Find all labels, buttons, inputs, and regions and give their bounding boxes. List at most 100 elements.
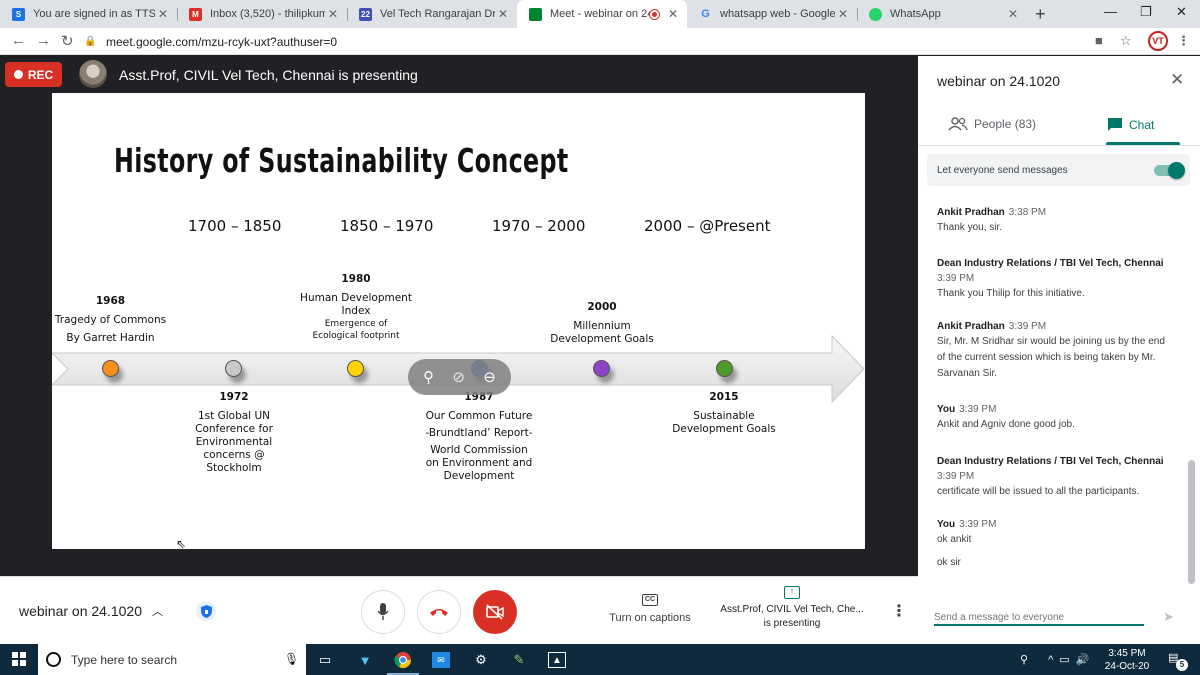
event-year: 1968 (95, 295, 126, 307)
browser-tab-gmail[interactable]: M Inbox (3,520) - thilipkumarc@ ✕ (177, 0, 347, 28)
browser-tab-veltech[interactable]: 22 Vel Tech Rangarajan Dr.Sagun ✕ (347, 0, 517, 28)
event-1987: 1987 Our Common Future -Brundtland’ Repo… (414, 391, 544, 483)
clock-time: 3:45 PM (1108, 648, 1146, 659)
close-window-icon[interactable]: ✕ (1176, 4, 1187, 20)
event-line: Development (443, 470, 515, 482)
microphone-icon[interactable]: 🎙 (284, 652, 299, 666)
message-time: 3:39 PM (937, 471, 975, 482)
captions-button[interactable]: CC Turn on captions (598, 594, 702, 624)
event-1980: 1980 Human Development Index Emergence o… (292, 273, 420, 342)
microphone-button[interactable] (361, 590, 405, 634)
toggle-knob (1168, 162, 1185, 179)
task-view-icon[interactable]: ▭ (315, 650, 335, 670)
message-text: ok sir (937, 557, 961, 568)
camera-in-use-icon[interactable]: ■ (1095, 33, 1103, 48)
forward-arrow-icon[interactable]: → (36, 32, 51, 49)
more-options-icon[interactable]: ⋮ (891, 601, 907, 621)
event-line: Conference for (195, 423, 273, 435)
windows-taskbar: Type here to search 🎙 ▭ ▼ ✉ ⚙ ✎ ▲ ⚲ ^ ▭ … (0, 644, 1200, 675)
presenting-line2: is presenting (763, 618, 821, 629)
outlook-icon[interactable]: ✉ (432, 652, 450, 668)
timeline-dot-2000 (593, 360, 610, 377)
bookmark-star-icon[interactable]: ☆ (1120, 33, 1132, 49)
search-circle-icon (46, 652, 61, 667)
event-line: Emergence of Ecological footprint (312, 319, 400, 341)
url-bar[interactable]: 🔒 meet.google.com/mzu-rcyk-uxt?authuser=… (84, 31, 1144, 52)
paint-icon[interactable]: ✎ (509, 650, 529, 670)
close-tab-icon[interactable]: ✕ (325, 7, 341, 21)
chat-message: Ankit Pradhan 3:39 PM Sir, Mr. M Sridhar … (937, 319, 1187, 382)
reload-icon[interactable]: ↻ (61, 32, 74, 50)
let-everyone-toggle[interactable] (1154, 162, 1185, 179)
close-tab-icon[interactable]: ✕ (835, 7, 851, 21)
photos-icon[interactable]: ▲ (548, 652, 566, 668)
era-label: 1700 – 1850 (188, 217, 282, 235)
profile-avatar[interactable]: VT (1148, 31, 1168, 51)
host-controls-shield-icon[interactable] (196, 601, 216, 621)
restore-icon[interactable]: ❐ (1140, 4, 1152, 20)
event-line: Development Goals (550, 333, 654, 345)
close-tab-icon[interactable]: ✕ (1005, 7, 1021, 21)
message-text: of the current session which is being ta… (937, 352, 1156, 363)
pin-icon[interactable]: ⚲ (423, 368, 434, 386)
meeting-details-button[interactable]: webinar on 24.1020 ︿ (19, 603, 163, 619)
let-everyone-send-row: Let everyone send messages (927, 154, 1190, 186)
tab-title: Meet - webinar on 24.10 (550, 8, 650, 20)
leave-call-button[interactable] (417, 590, 461, 634)
browser-tab-google-search[interactable]: G whatsapp web - Google Sear ✕ (687, 0, 857, 28)
taskbar-search-box[interactable]: Type here to search 🎙 (38, 644, 306, 675)
address-bar-row: ← → ↻ 🔒 meet.google.com/mzu-rcyk-uxt?aut… (0, 28, 1200, 55)
browser-tab-tts[interactable]: S You are signed in as TTS2016 ✕ (0, 0, 177, 28)
message-sender: Ankit Pradhan (937, 207, 1005, 218)
presentation-stage: REC Asst.Prof, CIVIL Vel Tech, Chennai i… (0, 56, 918, 638)
browser-tab-meet[interactable]: Meet - webinar on 24.10 ✕ (517, 0, 687, 28)
windows-start-icon[interactable] (12, 652, 26, 666)
settings-gear-icon[interactable]: ⚙ (471, 650, 491, 670)
event-1972: 1972 1st Global UN Conference for Enviro… (184, 391, 284, 475)
chevron-up-icon[interactable]: ^ (1048, 654, 1053, 666)
message-text: ok ankit (937, 534, 972, 545)
mute-off-icon[interactable]: ⊘ (452, 368, 465, 386)
camera-button[interactable] (473, 590, 517, 634)
close-tab-icon[interactable]: ✕ (665, 7, 681, 21)
message-text: Sarvanan Sir. (937, 368, 998, 379)
rec-label: REC (27, 67, 54, 82)
close-tab-icon[interactable]: ✕ (155, 7, 171, 21)
filter-app-icon[interactable]: ▼ (355, 650, 375, 670)
tab-people[interactable]: People (83) (948, 117, 1036, 131)
mouse-cursor-icon: ⇖ (176, 537, 187, 551)
message-sender: Dean Industry Relations / TBI Vel Tech, … (937, 456, 1164, 467)
back-arrow-icon[interactable]: ← (11, 32, 26, 49)
send-icon[interactable]: ➤ (1163, 609, 1174, 625)
chat-scrollbar[interactable] (1188, 460, 1195, 584)
url-text: meet.google.com/mzu-rcyk-uxt?authuser=0 (106, 34, 338, 49)
new-tab-icon[interactable]: + (1035, 4, 1046, 25)
chat-message-input[interactable] (934, 606, 1144, 626)
chrome-icon[interactable] (387, 650, 419, 675)
era-label: 1850 – 1970 (340, 217, 434, 235)
google-icon: G (701, 8, 710, 20)
event-line: Development Goals (672, 423, 776, 435)
action-center-icon[interactable]: ▤ 5 (1168, 651, 1188, 671)
event-line: Tragedy of Commons (54, 314, 167, 326)
volume-icon[interactable]: 🔊 (1076, 653, 1090, 666)
tab-favicon-icon: S (12, 7, 25, 21)
people-tray-icon[interactable]: ⚲ (1020, 653, 1028, 666)
close-panel-icon[interactable]: ✕ (1170, 70, 1184, 90)
presenting-button[interactable]: ↑ Asst.Prof, CIVIL Vel Tech, Che... is p… (712, 586, 872, 631)
taskbar-clock[interactable]: 3:45 PM 24-Oct-20 (1097, 647, 1157, 673)
event-2000: 2000 Millennium Development Goals (542, 301, 662, 346)
event-line: Human Development (300, 292, 412, 304)
menu-kebab-icon[interactable]: ⋮ (1177, 33, 1190, 49)
network-icon[interactable]: ▭ (1059, 653, 1069, 666)
tab-title: Vel Tech Rangarajan Dr.Sagun (380, 8, 495, 20)
captions-label: Turn on captions (609, 612, 691, 624)
browser-tab-whatsapp[interactable]: WhatsApp ✕ (857, 0, 1027, 28)
close-tab-icon[interactable]: ✕ (495, 7, 511, 21)
chat-icon (1108, 118, 1122, 131)
event-line: Sustainable (693, 410, 755, 422)
panel-title: webinar on 24.1020 (937, 73, 1060, 89)
minimize-icon[interactable]: — (1104, 4, 1117, 19)
tab-chat[interactable]: Chat (1107, 117, 1154, 132)
remove-icon[interactable]: ⊖ (483, 368, 496, 386)
